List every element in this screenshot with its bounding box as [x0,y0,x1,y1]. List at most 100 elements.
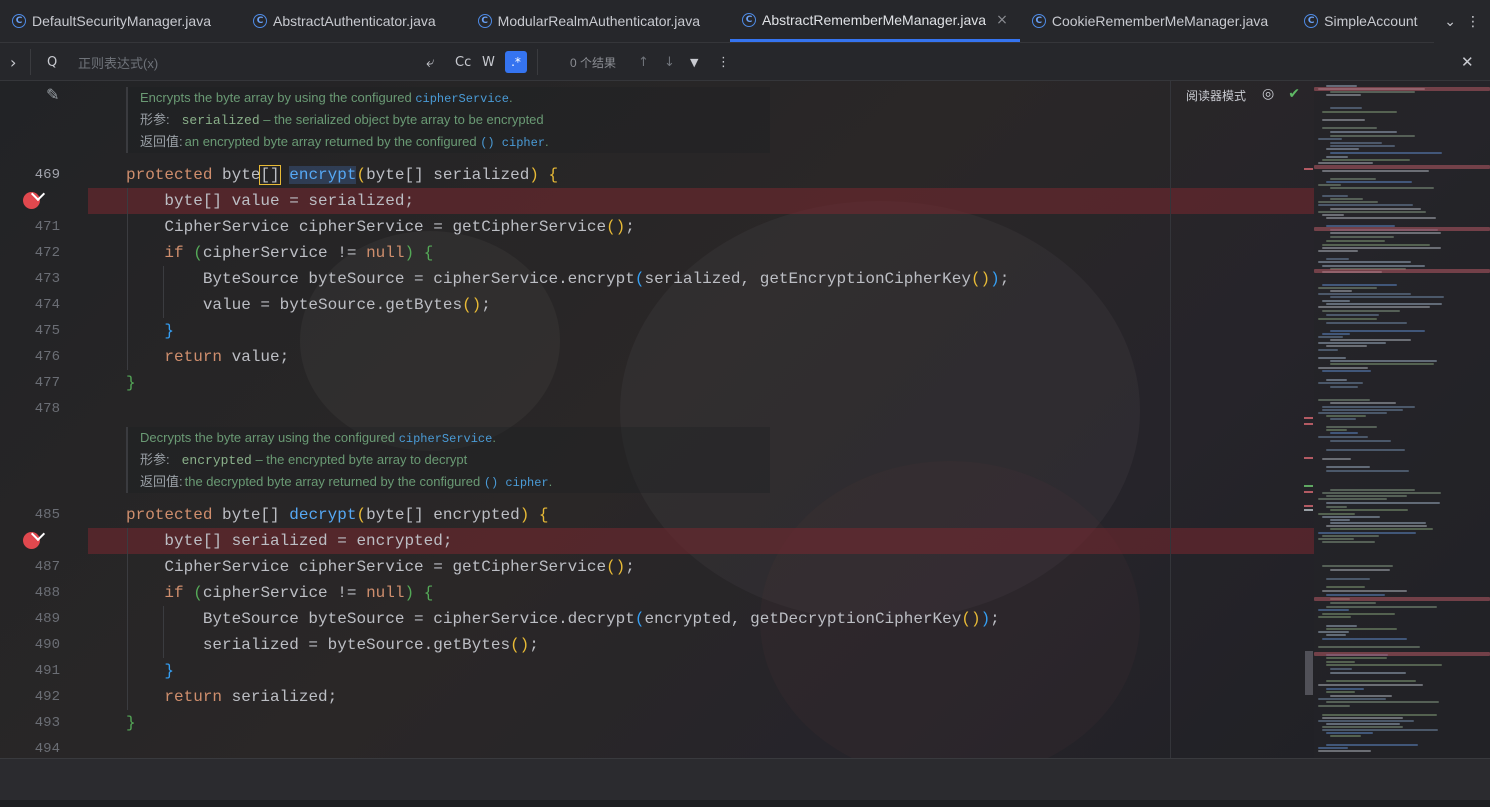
minimap-line [1322,127,1377,129]
minimap-line [1322,195,1348,197]
minimap-line [1322,119,1365,121]
more-vertical-icon[interactable]: ⋮ [1466,14,1480,30]
minimap-line [1326,525,1427,527]
error-stripe-marker[interactable] [1304,423,1313,425]
close-tab-icon[interactable]: × [996,12,1008,28]
tab-modular-realm-authenticator[interactable]: C ModularRealmAuthenticator.java [448,0,712,42]
minimap-line [1322,370,1371,372]
tab-label: CookieRememberMeManager.java [1051,13,1269,29]
breakpoint-icon[interactable] [23,192,40,209]
more-options-icon[interactable]: ⋮ [717,43,730,81]
divider [30,49,31,75]
minimap-line [1322,458,1351,460]
line-number: 490 [34,637,60,653]
line-number: 492 [34,689,60,705]
next-occurrence-icon[interactable]: ↓ [664,43,675,81]
minimap-line [1322,284,1397,286]
code-line[interactable]: byte[] value = serialized; [126,188,414,214]
newline-toggle-icon[interactable]: ⤶ [426,43,434,81]
error-stripe-marker[interactable] [1304,457,1313,459]
error-stripe-marker[interactable] [1304,168,1313,170]
search-icon[interactable]: Q [47,43,57,81]
minimap-line [1330,152,1442,154]
whole-word-toggle[interactable]: W [482,43,495,81]
pencil-icon[interactable]: ✎ [46,85,59,104]
scrollbar-thumb[interactable] [1305,651,1313,695]
minimap-line [1326,625,1357,627]
minimap-line [1322,541,1375,543]
tab-abstract-remember-me-manager[interactable]: C AbstractRememberMeManager.java × [730,0,1020,42]
expand-replace-icon[interactable]: › [10,43,16,81]
error-stripe-marker[interactable] [1304,505,1313,507]
minimap-line [1326,578,1370,580]
code-line[interactable]: } [126,710,136,736]
breakpoint-icon[interactable] [23,532,40,549]
find-bar: › Q 正则表达式(x) ⤶ Cc W .* 0 个结果 ↑ ↓ ▼ ⋮ ✕ [0,43,1490,81]
minimap-line [1322,214,1344,216]
line-number: 474 [34,297,60,313]
error-stripe-marker[interactable] [1304,509,1313,511]
code-line[interactable]: protected byte[] decrypt(byte[] encrypte… [126,502,549,528]
close-icon[interactable]: ✕ [1461,43,1474,81]
tab-label: SimpleAccount [1324,13,1418,29]
code-line[interactable]: CipherService cipherService = getCipherS… [126,554,634,580]
error-stripe-marker[interactable] [1304,485,1313,487]
minimap-line [1330,208,1421,210]
javadoc-render-decrypt: Decrypts the byte array using the config… [126,427,770,493]
code-line[interactable]: return serialized; [126,684,337,710]
minimap-line [1326,594,1385,596]
code-line[interactable]: ByteSource byteSource = cipherService.de… [126,606,1000,632]
minimap-line [1322,406,1415,408]
minimap-line [1322,170,1429,172]
error-stripe-marker[interactable] [1304,491,1313,493]
code-line[interactable]: byte[] serialized = encrypted; [126,528,452,554]
doc-param: 形参: serialized – the serialized object by… [140,112,544,128]
code-line[interactable]: if (cipherService != null) { [126,240,433,266]
error-stripe-marker[interactable] [1304,417,1313,419]
tab-simple-account[interactable]: C SimpleAccount [1280,0,1429,42]
minimap-line [1330,695,1392,697]
code-line[interactable]: } [126,658,174,684]
code-line[interactable]: ByteSource byteSource = cipherService.en… [126,266,1010,292]
line-number: 471 [34,219,60,235]
hide-icon[interactable]: ◎ [1262,86,1274,102]
match-case-toggle[interactable]: Cc [455,43,471,81]
code-line[interactable]: serialized = byteSource.getBytes(); [126,632,539,658]
line-number: 488 [34,585,60,601]
code-line[interactable]: CipherService cipherService = getCipherS… [126,214,634,240]
code-line[interactable]: } [126,370,136,396]
code-line[interactable]: return value; [126,344,289,370]
minimap-line [1330,142,1382,144]
minimap-line [1330,187,1434,189]
minimap-line [1322,590,1407,592]
search-input[interactable]: 正则表达式(x) [78,43,158,81]
minimap-line [1330,360,1437,362]
minimap-line [1322,492,1441,494]
code-line[interactable]: protected byte[] encrypt(byte[] serializ… [126,162,558,188]
window-bottom-edge [0,800,1490,807]
check-icon[interactable]: ✔ [1288,86,1300,102]
minimap-line [1318,306,1430,308]
minimap-line [1326,94,1361,96]
doc-param: 形参: encrypted – the encrypted byte array … [140,452,468,468]
minimap-line [1330,418,1356,420]
reader-mode-toggle[interactable]: 阅读器模式 [1186,87,1246,104]
filter-icon[interactable]: ▼ [690,43,698,81]
tab-cookie-remember-me-manager[interactable]: C CookieRememberMeManager.java [1020,0,1280,42]
minimap-line [1318,293,1411,295]
minimap-line [1322,565,1393,567]
code-line[interactable]: } [126,318,174,344]
chevron-down-icon[interactable]: ⌄ [1444,14,1456,30]
regex-toggle[interactable]: .* [505,43,527,81]
code-line[interactable]: value = byteSource.getBytes(); [126,292,491,318]
minimap-line [1322,333,1350,335]
code-editor[interactable]: ✎ Encrypts the byte array by using the c… [0,81,1490,758]
code-minimap[interactable] [1314,81,1490,758]
code-line[interactable]: if (cipherService != null) { [126,580,433,606]
tab-abstract-authenticator[interactable]: C AbstractAuthenticator.java [223,0,448,42]
minimap-line [1322,714,1437,716]
javadoc-render-encrypt: Encrypts the byte array by using the con… [126,87,770,153]
previous-occurrence-icon[interactable]: ↑ [638,43,649,81]
tab-default-security-manager[interactable]: C DefaultSecurityManager.java [0,0,223,42]
minimap-line [1330,528,1433,530]
